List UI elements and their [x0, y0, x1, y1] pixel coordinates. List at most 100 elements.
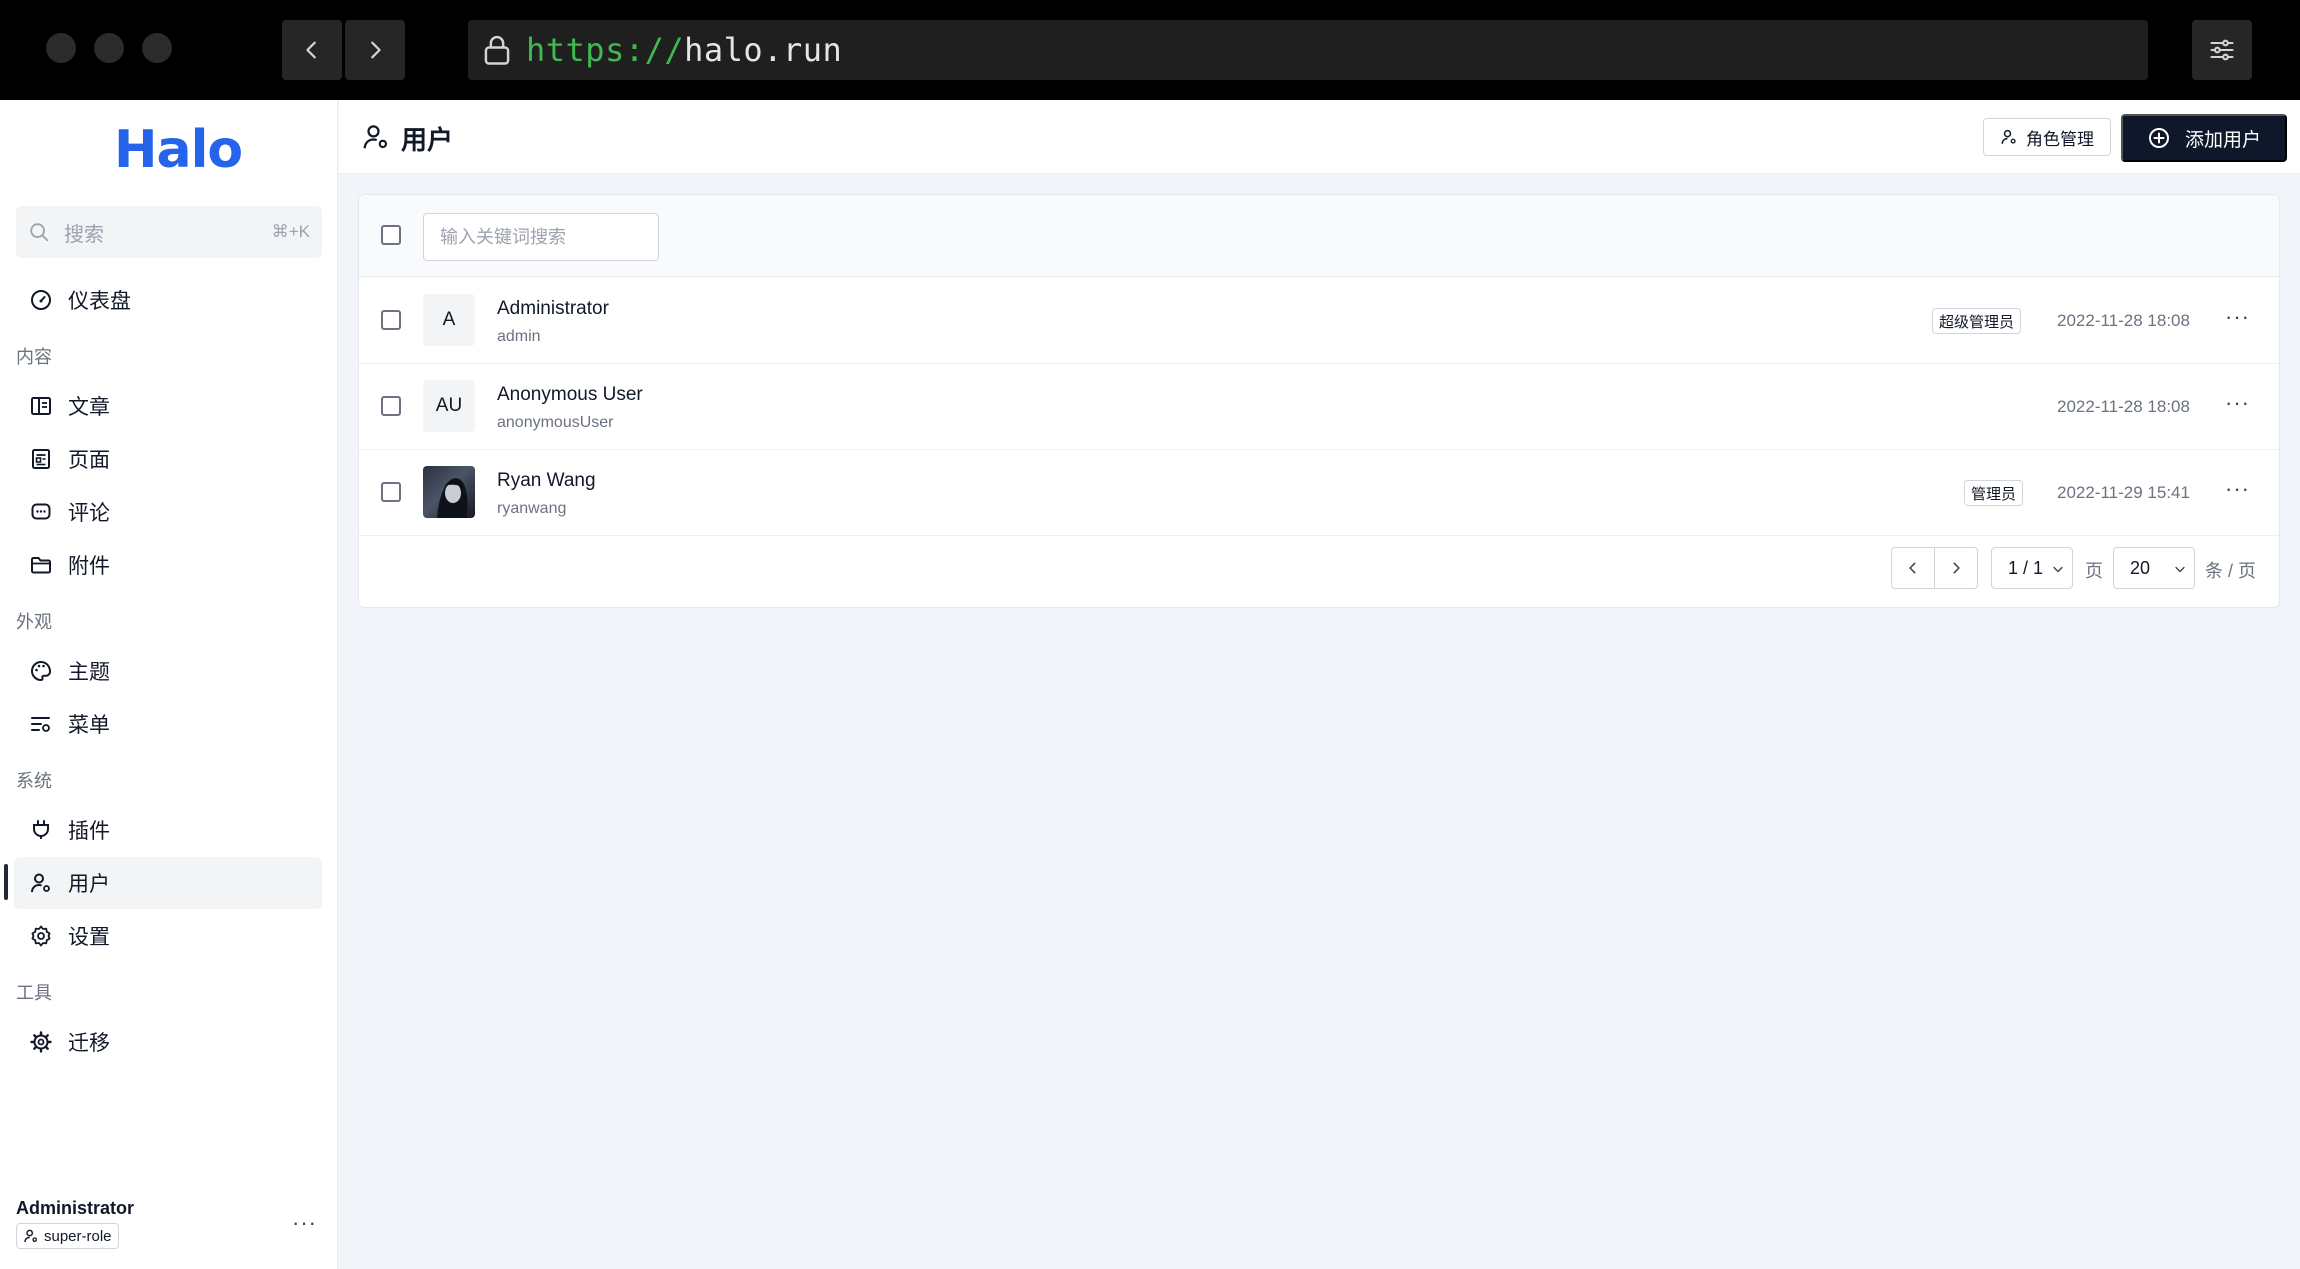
sidebar-item-menus[interactable]: 菜单 — [14, 698, 322, 750]
app-root: Halo 搜索 ⌘+K 仪表盘 内容 文章 页面 评论 附件 外观 主题 菜单 … — [0, 100, 2300, 1269]
sidebar-item-label: 用户 — [68, 873, 110, 896]
sidebar-search[interactable]: 搜索 ⌘+K — [16, 206, 322, 258]
sidebar-item-attachments[interactable]: 附件 — [14, 539, 322, 591]
gear-icon — [28, 923, 54, 949]
sidebar-item-users[interactable]: 用户 — [14, 857, 322, 909]
page-size-select[interactable]: 20 — [2113, 547, 2195, 589]
url-text: https://halo.run — [526, 31, 842, 69]
sidebar-item-pages[interactable]: 页面 — [14, 433, 322, 485]
profile-name: Administrator — [16, 1198, 135, 1218]
chevron-right-icon — [371, 41, 381, 59]
created-time: 2022-11-29 15:41 — [2057, 483, 2190, 502]
sidebar-item-plugins[interactable]: 插件 — [14, 804, 322, 856]
menu-settings-icon — [28, 711, 54, 737]
page-header: 用户 角色管理 添加用户 — [339, 100, 2300, 174]
page-size-value: 20 — [2130, 557, 2151, 578]
pagination: 1 / 1 页 20 条 / 页 — [359, 547, 2279, 589]
profile-role-label: super-role — [44, 1227, 112, 1245]
row-checkbox[interactable] — [381, 482, 401, 502]
sidebar-item-themes[interactable]: 主题 — [14, 645, 322, 697]
group-title-appearance: 外观 — [16, 612, 52, 632]
user-settings-icon — [361, 122, 391, 157]
book-open-icon — [28, 393, 54, 419]
user-username: anonymousUser — [497, 414, 614, 431]
group-title-tools: 工具 — [16, 983, 52, 1003]
sidebar-item-label: 插件 — [68, 820, 110, 843]
next-page-button[interactable] — [1934, 547, 1978, 589]
sliders-icon — [2210, 39, 2234, 61]
page-select[interactable]: 1 / 1 — [1991, 547, 2073, 589]
role-management-button[interactable]: 角色管理 — [1983, 118, 2111, 156]
window-minimize-button[interactable] — [94, 33, 124, 63]
user-settings-icon — [24, 1229, 37, 1243]
select-all-checkbox[interactable] — [381, 225, 401, 245]
user-username: ryanwang — [497, 500, 567, 517]
table-row[interactable]: A Administrator admin 超级管理员 2022-11-28 1… — [359, 278, 2279, 364]
page-unit-label: 页 — [2085, 561, 2103, 581]
sidebar-item-comments[interactable]: 评论 — [14, 486, 322, 538]
page-select-value: 1 / 1 — [2008, 557, 2044, 578]
page-layout-icon — [28, 446, 54, 472]
profile-role-badge: super-role — [16, 1223, 119, 1249]
sidebar-item-label: 页面 — [68, 449, 110, 472]
keyword-search-input[interactable] — [423, 213, 659, 261]
search-placeholder: 搜索 — [64, 223, 104, 246]
halo-logo[interactable]: Halo — [114, 120, 243, 180]
sidebar-item-label: 设置 — [68, 926, 110, 949]
user-display-name[interactable]: Administrator — [497, 298, 609, 320]
window-close-button[interactable] — [46, 33, 76, 63]
profile-more-button[interactable]: ··· — [292, 1210, 317, 1236]
avatar-photo — [437, 478, 468, 518]
add-user-button[interactable]: 添加用户 — [2121, 114, 2288, 162]
row-more-button[interactable]: ··· — [2225, 304, 2250, 330]
avatar: A — [423, 294, 475, 346]
url-scheme: https:// — [526, 31, 685, 69]
sidebar-item-label: 迁移 — [68, 1032, 110, 1055]
chevron-left-icon — [1909, 562, 1916, 574]
sidebar-item-posts[interactable]: 文章 — [14, 380, 322, 432]
search-icon — [30, 223, 49, 242]
sidebar-item-label: 附件 — [68, 555, 110, 578]
browser-forward-button[interactable] — [345, 20, 405, 80]
browser-back-button[interactable] — [282, 20, 342, 80]
row-more-button[interactable]: ··· — [2225, 476, 2250, 502]
row-checkbox[interactable] — [381, 396, 401, 416]
sidebar-item-label: 仪表盘 — [68, 290, 131, 313]
prev-page-button[interactable] — [1891, 547, 1935, 589]
comment-icon — [28, 499, 54, 525]
window-maximize-button[interactable] — [142, 33, 172, 63]
search-shortcut: ⌘+K — [271, 222, 310, 241]
user-display-name[interactable]: Ryan Wang — [497, 470, 596, 492]
sidebar-item-dashboard[interactable]: 仪表盘 — [14, 274, 322, 326]
row-checkbox[interactable] — [381, 310, 401, 330]
sidebar-item-label: 评论 — [68, 502, 110, 525]
avatar — [423, 466, 475, 518]
sidebar-item-settings[interactable]: 设置 — [14, 910, 322, 962]
sidebar-item-label: 菜单 — [68, 714, 110, 737]
lock-icon — [484, 35, 510, 65]
table-row[interactable]: AU Anonymous User anonymousUser 2022-11-… — [359, 364, 2279, 450]
created-time: 2022-11-28 18:08 — [2057, 397, 2190, 416]
user-list-card: A Administrator admin 超级管理员 2022-11-28 1… — [358, 194, 2280, 608]
address-bar[interactable]: https://halo.run — [468, 20, 2148, 80]
user-username: admin — [497, 328, 541, 345]
url-host: halo.run — [684, 31, 843, 69]
sidebar-item-migration[interactable]: 迁移 — [14, 1016, 322, 1068]
avatar: AU — [423, 380, 475, 432]
role-badge: 管理员 — [1964, 480, 2024, 506]
browser-settings-button[interactable] — [2192, 20, 2252, 80]
row-more-button[interactable]: ··· — [2225, 390, 2250, 416]
page-title: 用户 — [401, 125, 454, 155]
user-list-toolbar — [359, 195, 2279, 277]
group-title-system: 系统 — [16, 771, 52, 791]
dashboard-icon — [28, 287, 54, 313]
sidebar: Halo 搜索 ⌘+K 仪表盘 内容 文章 页面 评论 附件 外观 主题 菜单 … — [0, 100, 338, 1269]
role-badge: 超级管理员 — [1932, 308, 2022, 334]
table-row[interactable]: Ryan Wang ryanwang 管理员 2022-11-29 15:41 … — [359, 450, 2279, 536]
plug-icon — [28, 817, 54, 843]
add-user-label: 添加用户 — [2185, 129, 2262, 151]
palette-icon — [28, 658, 54, 684]
active-indicator — [4, 864, 8, 900]
folder-icon — [28, 552, 54, 578]
user-display-name[interactable]: Anonymous User — [497, 384, 643, 406]
